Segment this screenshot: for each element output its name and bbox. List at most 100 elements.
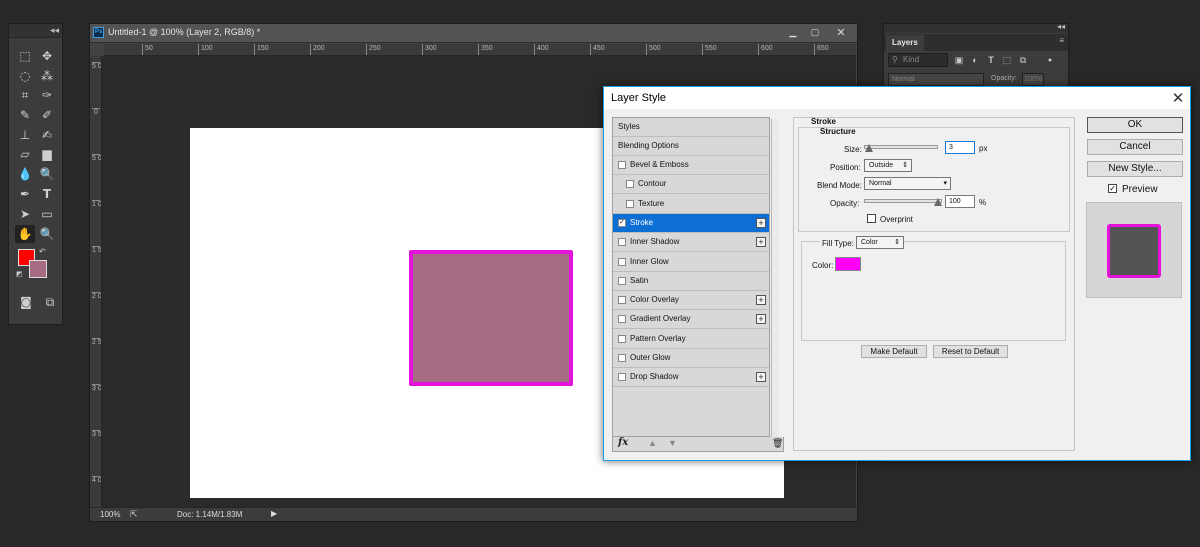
- blending-options-item[interactable]: Blending Options: [613, 137, 769, 156]
- layer-opacity-field[interactable]: 100%: [1022, 73, 1044, 86]
- collapse-icon[interactable]: ◂◂: [50, 25, 59, 36]
- make-default-button[interactable]: Make Default: [861, 345, 927, 358]
- effect-item-drop-shadow[interactable]: Drop Shadow +: [613, 368, 769, 388]
- stroke-color-swatch[interactable]: [835, 257, 861, 271]
- quick-select-icon[interactable]: ⁂: [37, 67, 57, 85]
- hand-icon[interactable]: ✋: [15, 225, 35, 243]
- gradient-icon[interactable]: ▆: [37, 145, 57, 163]
- healing-brush-icon[interactable]: ✎: [15, 106, 35, 124]
- screen-mode-icon[interactable]: ⧉: [40, 293, 60, 311]
- size-slider-thumb[interactable]: [865, 144, 873, 152]
- pink-rectangle-layer[interactable]: [409, 250, 573, 386]
- cancel-button[interactable]: Cancel: [1087, 139, 1183, 155]
- horizontal-ruler[interactable]: 5010015020025030035040045050055060065070…: [104, 44, 856, 56]
- effect-item-satin[interactable]: Satin: [613, 272, 769, 291]
- effect-item-outer-glow[interactable]: Outer Glow: [613, 349, 769, 368]
- eraser-icon[interactable]: ▱: [15, 145, 35, 163]
- effect-checkbox[interactable]: [618, 296, 626, 305]
- filter-toggle-icon[interactable]: ●: [1044, 54, 1056, 66]
- effect-checkbox[interactable]: [618, 276, 626, 285]
- smart-object-filter-icon[interactable]: ⧉: [1017, 54, 1029, 66]
- lasso-icon[interactable]: ◌: [15, 67, 35, 85]
- close-icon[interactable]: ✕: [830, 26, 852, 39]
- path-select-icon[interactable]: ➤: [15, 205, 35, 223]
- tab-layers[interactable]: Layers: [886, 35, 924, 51]
- opacity-slider[interactable]: [864, 199, 942, 203]
- status-menu-arrow-icon[interactable]: ▶: [271, 509, 277, 518]
- move-down-icon[interactable]: ▼: [668, 438, 677, 448]
- opacity-slider-thumb[interactable]: [934, 198, 942, 206]
- effect-checkbox[interactable]: [618, 257, 626, 266]
- move-up-icon[interactable]: ▲: [648, 438, 657, 448]
- size-slider[interactable]: [864, 145, 938, 149]
- type-icon[interactable]: T: [37, 185, 57, 203]
- effect-item-texture[interactable]: Texture: [613, 195, 769, 214]
- marquee-icon[interactable]: ⬚: [15, 47, 35, 65]
- add-effect-button[interactable]: fx: [618, 437, 628, 448]
- effect-item-bevel-emboss[interactable]: Bevel & Emboss: [613, 156, 769, 175]
- layers-panel-grip[interactable]: ◂◂: [884, 22, 1068, 33]
- add-effect-instance-icon[interactable]: +: [756, 314, 766, 325]
- effect-checkbox[interactable]: [626, 199, 634, 208]
- effect-checkbox[interactable]: [618, 373, 626, 382]
- document-tab[interactable]: Ps Untitled-1 @ 100% (Layer 2, RGB/8) * …: [90, 24, 857, 43]
- add-effect-instance-icon[interactable]: +: [756, 372, 766, 383]
- effect-item-stroke[interactable]: ✓ Stroke +: [613, 213, 769, 233]
- effect-checkbox[interactable]: [626, 180, 634, 189]
- effect-checkbox[interactable]: ✓: [618, 218, 626, 227]
- rectangle-icon[interactable]: ▭: [37, 205, 57, 223]
- panel-menu-icon[interactable]: ≡: [1059, 36, 1064, 45]
- crop-icon[interactable]: ⌗: [15, 86, 35, 104]
- default-colors-icon[interactable]: ◩: [16, 270, 23, 278]
- effect-checkbox[interactable]: [618, 161, 626, 169]
- add-effect-instance-icon[interactable]: +: [756, 217, 766, 228]
- layer-blend-mode-select[interactable]: Normal: [888, 73, 984, 86]
- zoom-icon[interactable]: 🔍: [37, 225, 57, 243]
- history-brush-icon[interactable]: ✍: [37, 126, 57, 144]
- maximize-icon[interactable]: ▢: [804, 26, 826, 39]
- effect-checkbox[interactable]: [618, 354, 626, 362]
- pen-icon[interactable]: ✒: [15, 185, 35, 203]
- blur-icon[interactable]: 💧: [15, 165, 35, 183]
- effect-checkbox[interactable]: [618, 238, 626, 247]
- shape-filter-icon[interactable]: ⬚: [1001, 54, 1013, 66]
- position-select[interactable]: Outside ⇕: [864, 159, 912, 172]
- clone-stamp-icon[interactable]: ⊥: [15, 126, 35, 144]
- pixel-filter-icon[interactable]: ▣: [953, 54, 965, 66]
- effect-item-color-overlay[interactable]: Color Overlay +: [613, 291, 769, 311]
- styles-list-scrollbar[interactable]: [771, 119, 779, 437]
- add-effect-instance-icon[interactable]: +: [756, 237, 766, 248]
- collapse-icon[interactable]: ◂◂: [1057, 22, 1065, 31]
- overprint-checkbox[interactable]: [867, 214, 876, 223]
- swap-colors-icon[interactable]: ↶: [39, 247, 46, 256]
- export-icon[interactable]: ⇱: [130, 509, 138, 520]
- effect-item-pattern-overlay[interactable]: Pattern Overlay: [613, 330, 769, 349]
- reset-to-default-button[interactable]: Reset to Default: [933, 345, 1008, 358]
- dodge-icon[interactable]: 🔍: [37, 165, 57, 183]
- quick-mask-icon[interactable]: ◙: [16, 293, 36, 311]
- minimize-icon[interactable]: ▁: [782, 26, 804, 39]
- vertical-ruler[interactable]: 5 0 0 5 0 1 0 0 1 5 0 2 0 0 2 5 0 3 0 0 3 5 0 4 0…: [90, 56, 102, 508]
- effect-item-inner-shadow[interactable]: Inner Shadow +: [613, 233, 769, 253]
- close-icon[interactable]: ✕: [1167, 88, 1189, 108]
- size-field[interactable]: 3: [945, 141, 975, 154]
- brush-icon[interactable]: ✐: [37, 106, 57, 124]
- move-icon[interactable]: ✥: [37, 47, 57, 65]
- type-filter-icon[interactable]: T: [985, 54, 997, 66]
- styles-item[interactable]: Styles: [613, 118, 769, 137]
- eyedropper-icon[interactable]: ✑: [37, 86, 57, 104]
- effect-item-contour[interactable]: Contour: [613, 175, 769, 195]
- add-effect-instance-icon[interactable]: +: [756, 295, 766, 306]
- opacity-field[interactable]: 100: [945, 195, 975, 208]
- zoom-level[interactable]: 100%: [100, 510, 120, 519]
- dialog-titlebar[interactable]: Layer Style ✕: [604, 87, 1190, 109]
- effect-item-gradient-overlay[interactable]: Gradient Overlay +: [613, 310, 769, 330]
- ok-button[interactable]: OK: [1087, 117, 1183, 133]
- effect-checkbox[interactable]: [618, 334, 626, 343]
- trash-icon[interactable]: 🗑: [772, 438, 783, 449]
- fill-type-select[interactable]: Color ⇕: [856, 236, 904, 249]
- background-color-swatch[interactable]: [29, 260, 47, 278]
- tools-panel-grip[interactable]: ◂◂: [9, 24, 62, 38]
- preview-checkbox[interactable]: ✓: [1108, 184, 1117, 193]
- blend-mode-select[interactable]: Normal ▾: [864, 177, 951, 190]
